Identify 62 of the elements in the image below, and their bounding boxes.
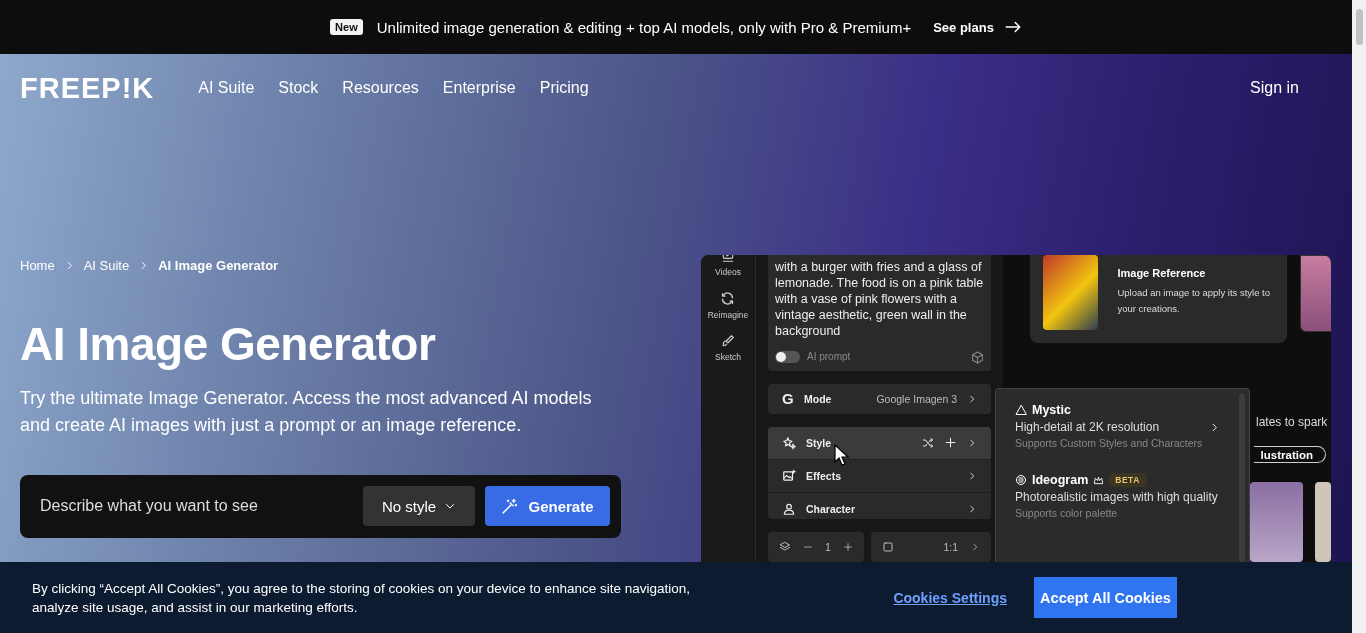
nav-link[interactable]: Resources xyxy=(342,79,419,97)
model-note: Supports Custom Styles and Characters xyxy=(1015,436,1204,451)
option-row[interactable]: Character xyxy=(768,492,991,519)
model-name[interactable]: Mystic xyxy=(1032,403,1071,417)
model-description: High-detail at 2K resolution xyxy=(1015,419,1161,435)
new-badge: New xyxy=(330,19,363,35)
sparkle-star-icon xyxy=(782,435,796,450)
mouse-cursor-icon xyxy=(834,444,850,466)
model-note: Supports color palette xyxy=(1015,506,1119,521)
layers-icon xyxy=(779,541,791,553)
cookie-text: By clicking “Accept All Cookies”, you agree to the storing of cookies on your device to enhance site navigation, analyze site usage, and assist in our marketing efforts. xyxy=(32,579,692,617)
chevron-right-icon xyxy=(970,542,980,552)
generate-button[interactable]: Generate xyxy=(485,486,610,526)
prompt-text: with a burger with fries and a glass of lemonade. The food is on a pink table with a vase of pink flowers with a vintage aesthetic, green wall in the background xyxy=(775,259,984,339)
scrollbar[interactable] xyxy=(1352,0,1366,633)
cookie-settings-link[interactable]: Cookies Settings xyxy=(893,589,1007,606)
quantity-stepper[interactable]: 1 xyxy=(768,532,864,562)
page-title: AI Image Generator xyxy=(20,319,437,371)
ai-prompt-toggle[interactable] xyxy=(775,351,800,363)
cube-icon xyxy=(971,350,984,364)
image-reference-card[interactable]: Image Reference Upload an image to apply its style to your creations. xyxy=(1030,255,1287,343)
brush-icon xyxy=(721,334,735,348)
plus-icon xyxy=(944,436,957,450)
plus-icon xyxy=(842,542,853,552)
nav-link[interactable]: Stock xyxy=(278,79,319,97)
google-logo: G xyxy=(782,390,794,408)
option-row[interactable]: Effects xyxy=(768,459,991,493)
card-title: Image Reference xyxy=(1117,267,1207,279)
accept-cookies-button[interactable]: Accept All Cookies xyxy=(1034,577,1177,618)
square-icon xyxy=(881,541,894,553)
person-icon xyxy=(782,501,796,516)
sign-in-link[interactable]: Sign in xyxy=(1250,79,1299,97)
shuffle-icon xyxy=(922,436,934,449)
chevron-right-icon xyxy=(967,503,977,514)
chevron-right-icon xyxy=(967,393,977,404)
nav-link[interactable]: Pricing xyxy=(539,79,589,97)
page-subtitle: Try the ultimate Image Generator. Access the most advanced AI models and create AI images with just a prompt or an image reference. xyxy=(20,386,593,437)
chevron-right-icon xyxy=(967,437,977,448)
refresh-icon xyxy=(720,291,736,306)
model-name[interactable]: Ideogram xyxy=(1032,473,1089,487)
option-row[interactable]: Style xyxy=(768,426,991,460)
image-icon xyxy=(782,468,796,483)
prompt-field[interactable]: Describe what you want to see No style Generate xyxy=(20,474,621,538)
magic-wand-icon xyxy=(501,497,519,515)
rail-item[interactable]: Sketch xyxy=(715,352,741,362)
section-text: lates to spark xyxy=(1256,415,1329,429)
ai-prompt-label: AI prompt xyxy=(807,350,851,364)
nav-link[interactable]: Enterprise xyxy=(442,79,516,97)
rail-item[interactable]: Videos xyxy=(715,267,741,277)
beta-badge: BETA xyxy=(1109,473,1146,487)
style-dropdown[interactable]: No style xyxy=(363,486,475,526)
see-plans-link[interactable]: See plans xyxy=(933,18,1022,36)
promo-text: Unlimited image generation & editing + top AI models, only with Pro & Premium+ xyxy=(376,18,912,36)
nav-link[interactable]: AI Suite xyxy=(198,79,255,97)
chevron-right-icon xyxy=(967,470,977,481)
mode-selector[interactable]: G Mode Google Imagen 3 xyxy=(768,384,991,414)
card-description: Upload an image to apply its style to your creations. xyxy=(1117,286,1272,316)
aspect-ratio-selector[interactable]: 1:1 xyxy=(870,532,991,562)
model-description: Photorealistic images with high quality xyxy=(1015,489,1219,505)
rail-item[interactable]: Reimagine xyxy=(707,310,749,320)
crown-icon xyxy=(1093,474,1105,486)
triangle-icon xyxy=(1015,404,1027,416)
